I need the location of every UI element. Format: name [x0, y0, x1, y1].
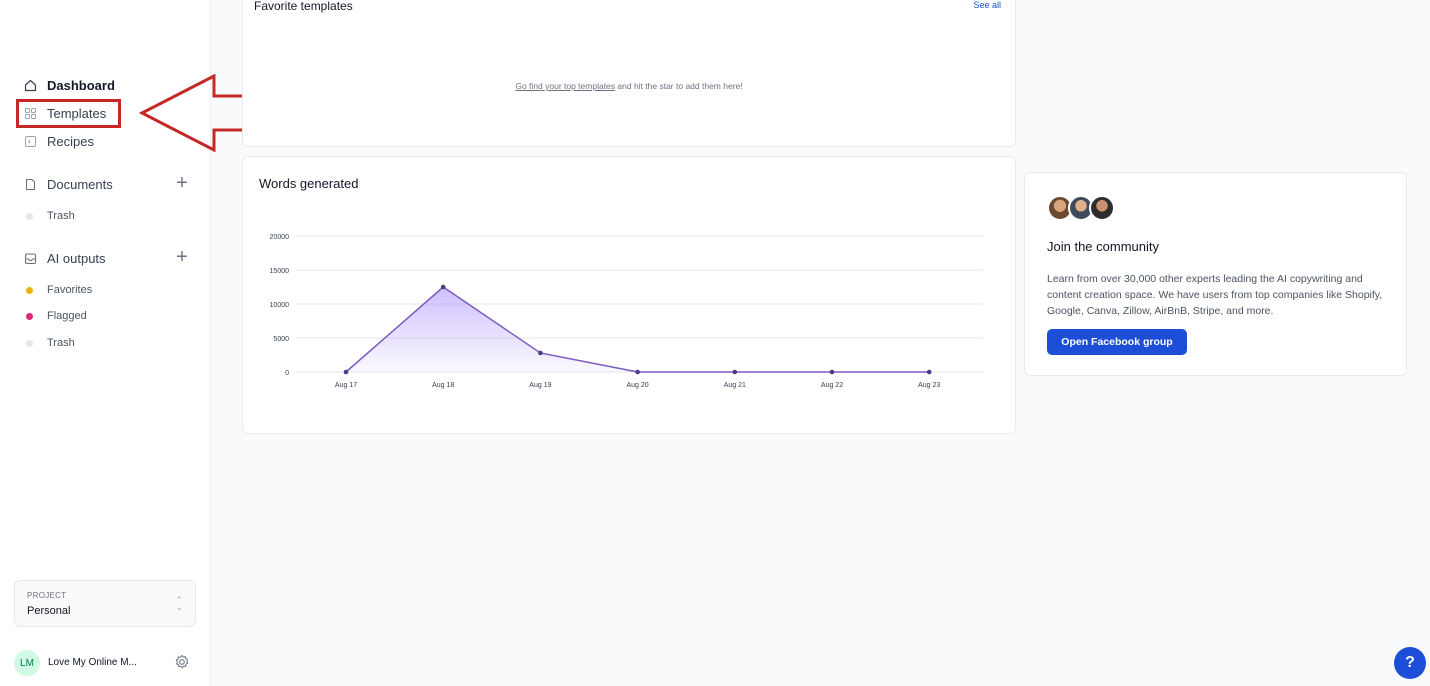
words-generated-card: Words generated 0 5000 10000 15000 20000 Aug … [242, 156, 1016, 434]
sidebar-item-documents[interactable]: Documents [24, 174, 113, 194]
inbox-icon [24, 252, 37, 265]
community-description: Learn from over 30,000 other experts lea… [1047, 273, 1383, 317]
data-point [440, 284, 446, 290]
data-point [635, 369, 640, 375]
favorite-templates-empty-message: Go find your top templates and hit the s… [243, 81, 1015, 91]
sidebar-item-label: Flagged [47, 310, 87, 322]
project-name: Personal [27, 605, 71, 617]
sidebar-item-label: Favorites [47, 284, 93, 296]
annotation-highlight-box [16, 99, 121, 128]
open-facebook-group-button[interactable]: Open Facebook group [1047, 329, 1187, 355]
favorite-templates-title: Favorite templates [254, 0, 353, 13]
home-icon [24, 79, 37, 92]
avatar [1089, 195, 1115, 221]
data-point [343, 369, 349, 375]
sidebar-item-dashboard[interactable]: Dashboard [24, 75, 115, 95]
empty-message-text: and hit the star to add them here! [615, 81, 743, 91]
sidebar-item-recipes[interactable]: Recipes [24, 131, 94, 151]
y-tick-label: 10000 [270, 302, 290, 309]
flagged-dot-icon [26, 312, 33, 320]
x-tick-label: Aug 19 [529, 382, 551, 389]
community-title: Join the community [1047, 239, 1159, 254]
x-tick-label: Aug 17 [335, 382, 357, 389]
y-tick-label: 15000 [270, 268, 290, 275]
sidebar-item-documents-trash[interactable]: Trash [26, 208, 75, 224]
x-tick-label: Aug 18 [432, 382, 454, 389]
y-tick-label: 20000 [270, 234, 290, 241]
sidebar-item-favorites[interactable]: Favorites [26, 282, 92, 298]
avatar: LM [14, 650, 40, 676]
gear-icon[interactable] [174, 654, 190, 670]
add-document-button[interactable]: + [174, 173, 190, 193]
y-tick-label: 0 [285, 370, 289, 377]
community-card: Join the community Learn from over 30,00… [1024, 172, 1407, 376]
sidebar-item-flagged[interactable]: Flagged [26, 308, 87, 324]
trash-dot-icon [26, 212, 33, 220]
sidebar-item-ai-outputs[interactable]: AI outputs [24, 248, 106, 268]
user-menu[interactable]: LM Love My Online M... [14, 650, 196, 676]
y-tick-label: 5000 [273, 336, 289, 343]
words-chart: 0 5000 10000 15000 20000 Aug 17 Aug 18 Aug 19 Au… [270, 234, 983, 389]
data-point [829, 369, 835, 375]
x-tick-label: Aug 20 [627, 382, 649, 389]
trash-dot-icon [26, 339, 33, 347]
x-tick-label: Aug 22 [821, 382, 843, 389]
sidebar-item-label: Trash [47, 337, 75, 349]
x-tick-label: Aug 23 [918, 382, 940, 389]
favorites-dot-icon [26, 286, 33, 294]
sidebar-item-label: Recipes [47, 133, 94, 149]
sidebar-item-outputs-trash[interactable]: Trash [26, 335, 75, 351]
recipe-icon [24, 135, 37, 148]
find-templates-link[interactable]: Go find your top templates [515, 81, 615, 91]
sidebar-item-label: Dashboard [47, 77, 115, 93]
data-point [926, 369, 932, 375]
sidebar-item-label: Documents [47, 176, 113, 192]
document-icon [24, 178, 37, 191]
help-button[interactable]: ? [1394, 647, 1426, 679]
add-ai-output-button[interactable]: + [174, 247, 190, 267]
favorite-templates-card: Favorite templates See all Go find your … [242, 0, 1016, 147]
project-selector[interactable]: PROJECT Personal ⌃ ⌄ [14, 580, 196, 627]
sidebar-item-label: AI outputs [47, 250, 106, 266]
sidebar-item-label: Trash [47, 210, 75, 222]
series-area [346, 287, 930, 372]
x-tick-label: Aug 21 [724, 382, 746, 389]
chevron-up-down-icon: ⌃ ⌄ [175, 595, 183, 612]
project-label: PROJECT [27, 591, 67, 600]
data-point [732, 369, 738, 375]
data-point [538, 350, 543, 356]
user-name: Love My Online M... [48, 657, 137, 668]
see-all-link[interactable]: See all [973, 0, 1001, 10]
